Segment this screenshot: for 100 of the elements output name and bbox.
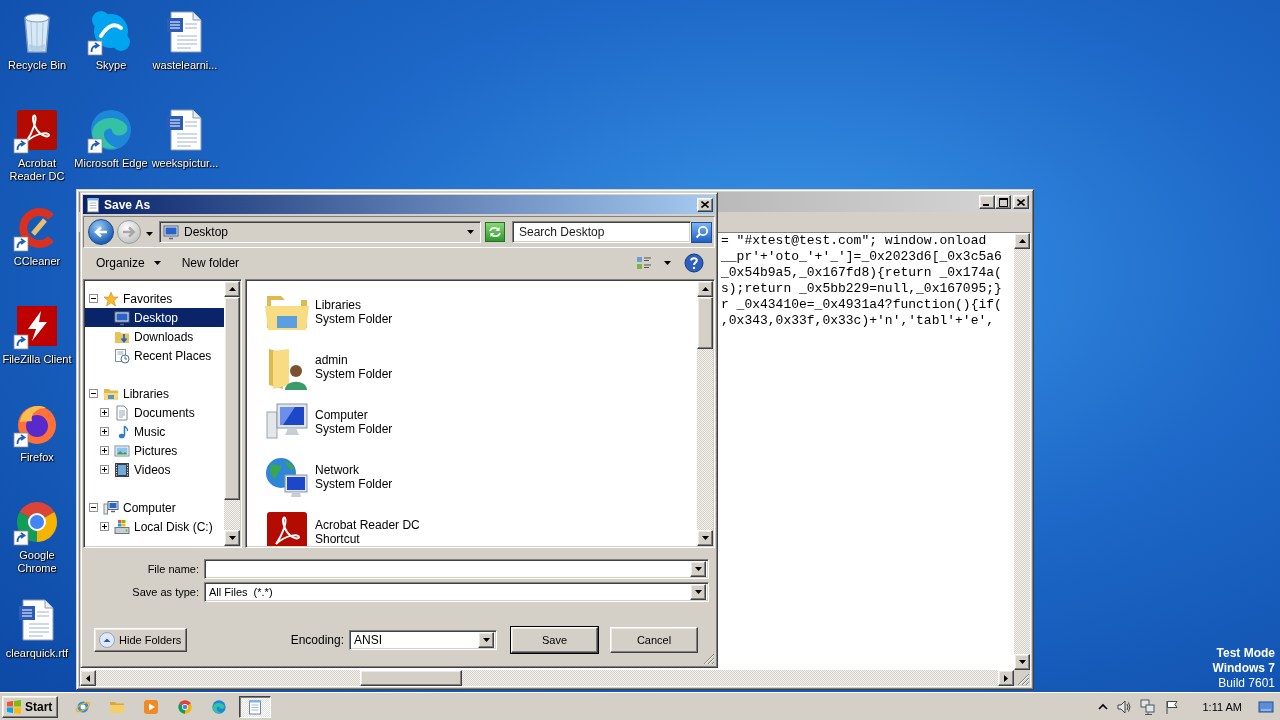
expand-icon[interactable] [100, 465, 109, 474]
scroll-thumb[interactable] [224, 297, 240, 500]
scroll-right-button[interactable] [998, 670, 1014, 686]
tree-item[interactable]: Libraries [85, 384, 224, 403]
scroll-down-button[interactable] [224, 530, 240, 546]
resize-grip-icon[interactable] [703, 653, 715, 665]
tree-item[interactable]: Documents [85, 403, 224, 422]
scroll-thumb[interactable] [360, 670, 462, 686]
address-bar[interactable]: Desktop [159, 221, 481, 243]
breadcrumb-item[interactable]: Desktop [184, 225, 462, 239]
taskbar-button[interactable] [239, 695, 272, 718]
tree-item[interactable]: Desktop [85, 308, 224, 327]
menu-button[interactable]: Organize [92, 253, 165, 273]
refresh-button[interactable] [485, 222, 505, 242]
expand-icon[interactable] [100, 408, 109, 417]
file-item[interactable]: Libraries System Folder [263, 284, 396, 339]
horizontal-scrollbar[interactable] [80, 670, 1014, 686]
file-item[interactable]: Network System Folder [263, 449, 396, 504]
launch-item[interactable]: Recycle Bin [7, 8, 67, 72]
left-arrow-icon [94, 226, 108, 238]
clock[interactable]: 1:11 AM [1202, 700, 1242, 713]
close-button[interactable] [697, 197, 713, 212]
hide-folders-button[interactable]: Hide Folders [94, 628, 188, 652]
launch-item[interactable]: clearquick.rtf [5, 596, 69, 660]
file-item[interactable]: admin System Folder [263, 339, 396, 394]
network-icon[interactable] [1140, 698, 1157, 715]
dropdown-button[interactable] [478, 632, 494, 648]
search-field[interactable]: Search Desktop [512, 221, 691, 243]
code-line: _0x54b9a5,_0x167fd8){return _0x174a( [721, 265, 1002, 281]
close-icon [1017, 198, 1025, 206]
tree-item[interactable]: Videos [85, 460, 224, 479]
vertical-scrollbar[interactable] [1014, 233, 1030, 670]
close-button[interactable] [1013, 195, 1029, 209]
tree-item[interactable]: Music [85, 422, 224, 441]
monitor-icon [163, 224, 179, 240]
file-name-field[interactable] [204, 559, 709, 579]
chevron-up-icon [99, 632, 115, 648]
right-arrow-icon [122, 226, 136, 238]
scroll-up-button[interactable] [697, 281, 713, 297]
dialog-button[interactable]: Save [511, 627, 598, 653]
minimize-button[interactable] [979, 195, 995, 209]
search-icon [694, 225, 709, 239]
chevron-up-icon[interactable] [1098, 701, 1109, 712]
back-button[interactable] [88, 219, 114, 245]
file-item[interactable]: Computer System Folder [263, 394, 396, 449]
launch-item[interactable]: Skype [87, 8, 135, 72]
launch-item[interactable]: CCleaner [13, 204, 61, 268]
chrome-icon[interactable] [177, 698, 194, 715]
dialog-title: Save As [104, 197, 152, 212]
tree-item[interactable]: Local Disk (C:) [85, 517, 224, 536]
scroll-up-button[interactable] [1014, 233, 1030, 249]
windows-flag-icon [6, 699, 22, 714]
tree-item[interactable]: Recent Places [85, 346, 224, 365]
view-button[interactable] [636, 255, 652, 271]
expand-icon[interactable] [100, 427, 109, 436]
launch-item[interactable]: wastelearni... [152, 8, 218, 72]
expand-icon[interactable] [100, 446, 109, 455]
code-line: s);return _0x5bb229=null,_0x167095;} [721, 281, 1002, 297]
encoding-dropdown[interactable]: ANSI [349, 630, 497, 650]
dropdown-button[interactable] [690, 561, 706, 577]
star-icon [103, 290, 119, 307]
dropdown-button[interactable] [690, 584, 706, 600]
expand-icon[interactable] [100, 522, 109, 531]
scroll-down-button[interactable] [1014, 654, 1030, 670]
start-button[interactable]: Start [2, 695, 59, 718]
launch-item[interactable]: FileZilla Client [2, 302, 72, 366]
tree-item[interactable]: Favorites [85, 289, 224, 308]
launch-item[interactable]: Google Chrome [0, 498, 74, 575]
launch-item[interactable]: Firefox [13, 400, 61, 464]
scroll-left-button[interactable] [80, 670, 96, 686]
collapse-icon[interactable] [89, 389, 98, 398]
help-button[interactable] [684, 253, 704, 273]
vertical-scrollbar[interactable] [697, 281, 713, 546]
tree-item[interactable]: Pictures [85, 441, 224, 460]
close-icon [701, 201, 709, 208]
maximize-button[interactable] [995, 195, 1011, 209]
search-button[interactable] [691, 221, 712, 243]
launch-item[interactable]: Microsoft Edge [74, 106, 148, 170]
system-notice-text: Test Mode [1216, 646, 1275, 661]
tree-item[interactable]: Downloads [85, 327, 224, 346]
flag-icon[interactable] [1164, 698, 1181, 715]
scroll-thumb[interactable] [697, 297, 713, 349]
scroll-up-button[interactable] [224, 281, 240, 297]
vertical-scrollbar[interactable] [224, 281, 240, 546]
scroll-down-button[interactable] [697, 530, 713, 546]
dialog-button[interactable]: Cancel [610, 627, 698, 653]
monitor-icon [114, 309, 130, 326]
caret-down-icon [663, 261, 671, 265]
launch-item[interactable]: Acrobat Reader DC [0, 106, 74, 183]
tree-item[interactable]: Computer [85, 498, 224, 517]
file-item[interactable]: Acrobat Reader DC Shortcut [263, 504, 423, 546]
system-notice-text: Windows 7 [1212, 661, 1275, 676]
file-type-dropdown[interactable]: All Files (*.*) [204, 582, 709, 602]
launch-item[interactable]: weekspictur... [151, 106, 219, 170]
speaker-icon[interactable] [1116, 698, 1133, 715]
show-desktop-icon[interactable] [1258, 698, 1274, 715]
computer-icon [103, 499, 119, 516]
toolbar-button[interactable]: New folder [177, 253, 244, 273]
collapse-icon[interactable] [89, 503, 98, 512]
collapse-icon[interactable] [89, 294, 98, 303]
